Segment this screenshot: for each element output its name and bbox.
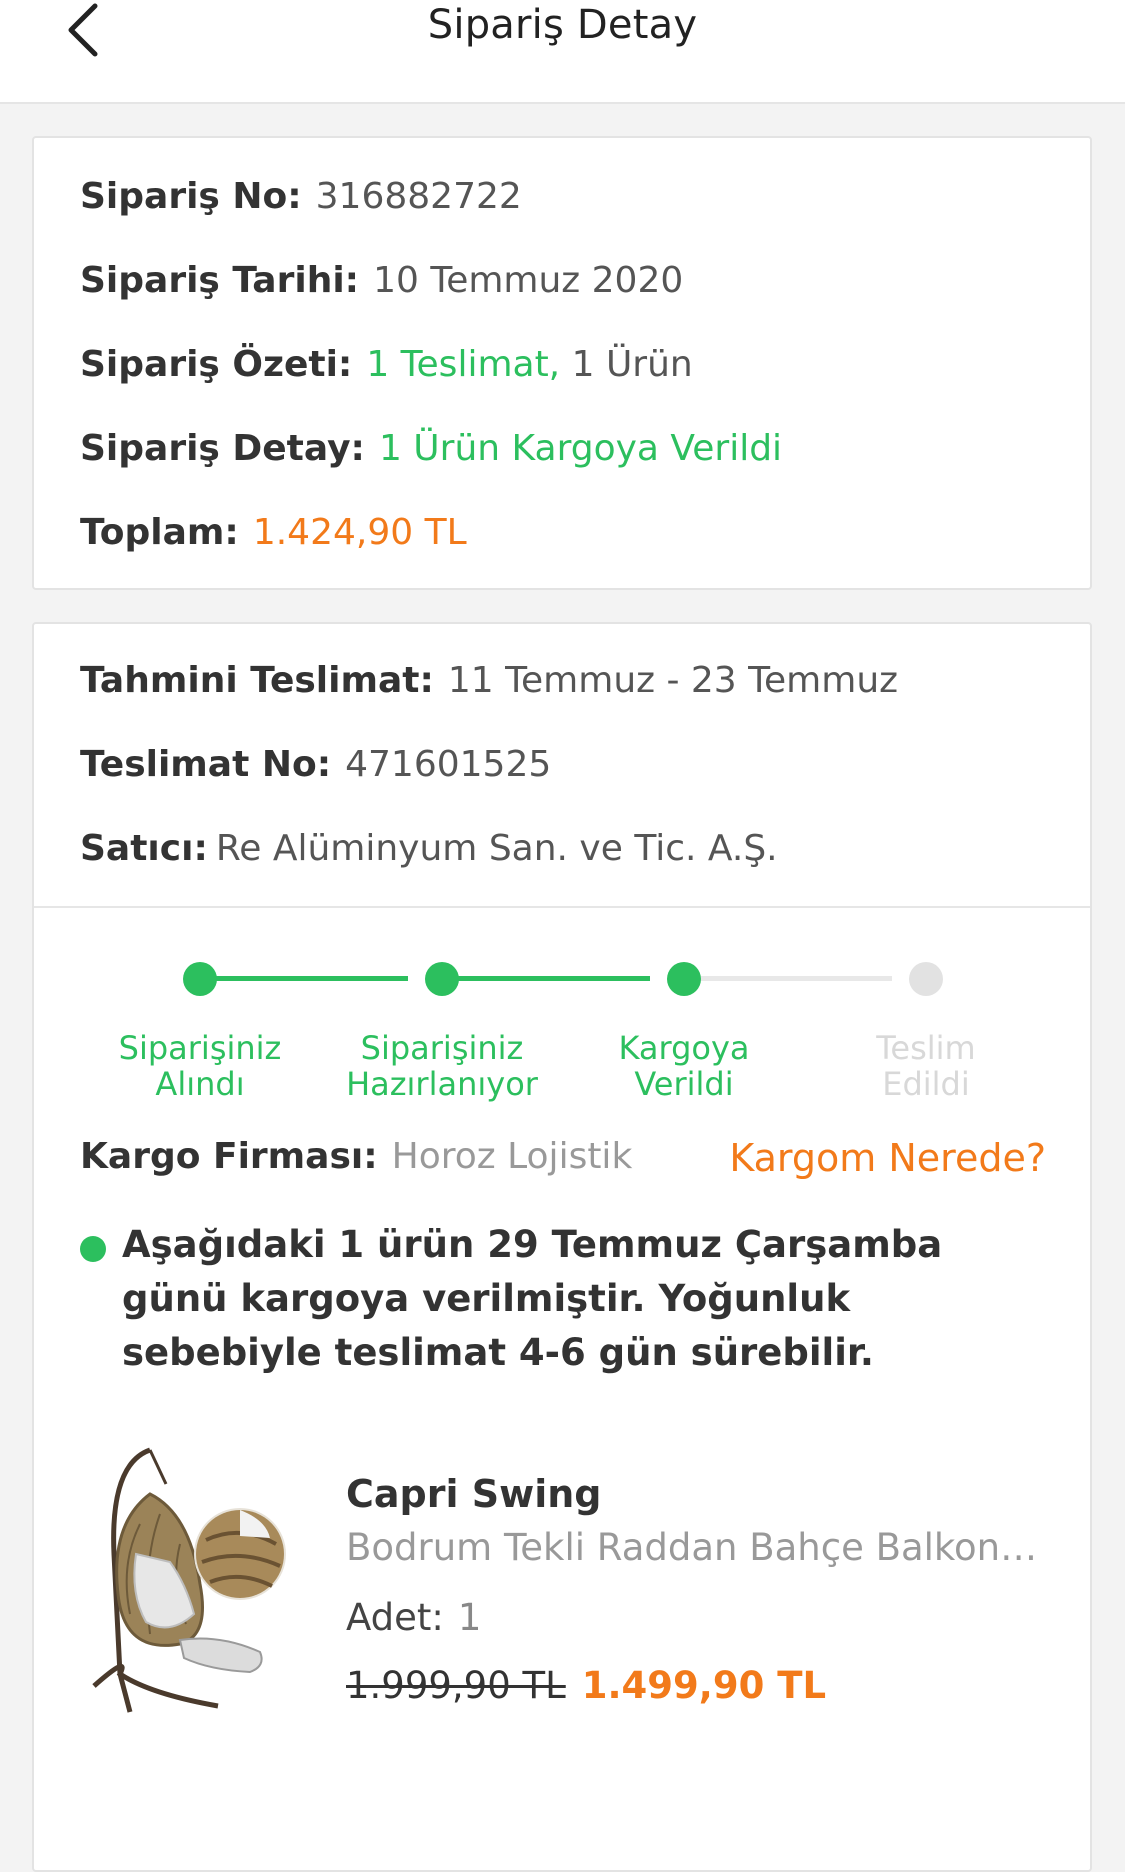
delivery-card: Tahmini Teslimat: 11 Temmuz - 23 Temmuz T… (32, 622, 1092, 1872)
product-name[interactable]: Bodrum Tekli Raddan Bahçe Balkon S... (346, 1526, 1046, 1569)
progress-segment (200, 976, 408, 981)
delivery-no-value: 471601525 (345, 744, 552, 785)
old-price: 1.999,90 TL (346, 1664, 566, 1707)
order-detail-row: Sipariş Detay: 1 Ürün Kargoya Verildi (80, 428, 782, 469)
product-image[interactable] (90, 1444, 310, 1724)
order-detail-label: Sipariş Detay: (80, 428, 365, 469)
carrier-value: Horoz Lojistik (391, 1136, 633, 1177)
step-dot (909, 962, 943, 996)
order-date-value: 10 Temmuz 2020 (373, 260, 684, 301)
divider (34, 906, 1090, 908)
status-dot (80, 1236, 106, 1262)
progress-segment (442, 976, 650, 981)
order-date-row: Sipariş Tarihi: 10 Temmuz 2020 (80, 260, 683, 301)
where-is-my-cargo-link[interactable]: Kargom Nerede? (729, 1136, 1046, 1180)
shipping-note: Aşağıdaki 1 ürün 29 Temmuz Çarşamba günü… (122, 1223, 943, 1374)
seller-label: Satıcı: (80, 828, 208, 869)
order-summary-row: Sipariş Özeti: 1 Teslimat, 1 Ürün (80, 344, 693, 385)
order-date-label: Sipariş Tarihi: (80, 260, 360, 301)
step-label-shipped: Kargoya Verildi (618, 1029, 750, 1103)
carrier-row: Kargo Firması: Horoz Lojistik (80, 1136, 632, 1177)
eta-value: 11 Temmuz - 23 Temmuz (447, 660, 899, 701)
progress-segment (684, 976, 892, 981)
product-price: 1.999,90 TL 1.499,90 TL (346, 1664, 826, 1707)
delivery-no-row: Teslimat No: 471601525 (80, 744, 551, 785)
delivery-no-label: Teslimat No: (80, 744, 332, 785)
step-label-received: Siparişiniz Alındı (118, 1029, 282, 1103)
seller-row: Satıcı: Re Alüminyum San. ve Tic. A.Ş. (80, 828, 778, 869)
order-summary-label: Sipariş Özeti: (80, 344, 353, 385)
current-price: 1.499,90 TL (581, 1664, 827, 1707)
quantity-label: Adet: (346, 1596, 444, 1639)
step-dot (183, 962, 217, 996)
order-summary-items: 1 Ürün (571, 344, 693, 385)
order-no-value: 316882722 (315, 176, 522, 217)
eta-row: Tahmini Teslimat: 11 Temmuz - 23 Temmuz (80, 660, 898, 701)
order-total-row: Toplam: 1.424,90 TL (80, 512, 467, 553)
order-total-value: 1.424,90 TL (252, 512, 467, 553)
step-dot (667, 962, 701, 996)
order-summary-card: Sipariş No: 316882722 Sipariş Tarihi: 10 T… (32, 136, 1092, 590)
order-no-row: Sipariş No: 316882722 (80, 176, 522, 217)
hanging-egg-chair-image (92, 1447, 286, 1713)
order-detail-value[interactable]: 1 Ürün Kargoya Verildi (379, 428, 782, 469)
order-no-label: Sipariş No: (80, 176, 302, 217)
step-label-delivered: Teslim Edildi (876, 1029, 976, 1103)
product-brand[interactable]: Capri Swing (346, 1472, 601, 1516)
product-quantity: Adet: 1 (346, 1596, 481, 1639)
step-label-preparing: Siparişiniz Hazırlanıyor (346, 1029, 538, 1103)
step-dot (425, 962, 459, 996)
seller-value[interactable]: Re Alüminyum San. ve Tic. A.Ş. (216, 828, 778, 869)
eta-label: Tahmini Teslimat: (80, 660, 434, 701)
order-total-label: Toplam: (80, 512, 239, 553)
page-title: Sipariş Detay (427, 2, 698, 48)
order-summary-deliveries[interactable]: 1 Teslimat, (366, 344, 560, 385)
quantity-value: 1 (457, 1596, 482, 1639)
header-bar: Sipariş Detay (0, 0, 1125, 104)
carrier-label: Kargo Firması: (80, 1136, 378, 1177)
